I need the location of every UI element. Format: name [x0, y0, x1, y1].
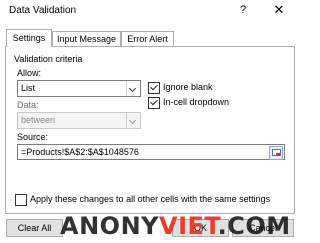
- tab-input-message[interactable]: Input Message: [52, 31, 121, 47]
- allow-select-value: List: [21, 83, 36, 93]
- clear-all-button[interactable]: Clear All: [6, 219, 63, 237]
- validation-criteria-heading: Validation criteria: [14, 54, 83, 64]
- tab-error-alert[interactable]: Error Alert: [121, 31, 174, 47]
- range-select-icon[interactable]: [269, 146, 283, 160]
- allow-label: Allow:: [17, 68, 42, 78]
- ignore-blank-checkbox[interactable]: [148, 82, 160, 94]
- apply-all-checkbox[interactable]: [15, 194, 27, 206]
- close-button[interactable]: ✕: [270, 2, 288, 18]
- data-label: Data:: [17, 100, 39, 110]
- settings-panel: Validation criteria Allow: List Ignore b…: [5, 46, 295, 214]
- window-title: Data Validation: [9, 5, 77, 16]
- source-input-value: =Products!$A$2:$A$1048576: [21, 147, 139, 157]
- data-select-value: between: [21, 115, 56, 125]
- help-button[interactable]: ?: [236, 2, 250, 18]
- ignore-blank-label: Ignore blank: [163, 82, 213, 92]
- allow-select[interactable]: List: [17, 80, 141, 97]
- data-select: between: [17, 112, 141, 129]
- chevron-down-icon: [126, 113, 140, 128]
- watermark-logo: ANONYVIET.COM: [60, 212, 291, 240]
- apply-all-label: Apply these changes to all other cells w…: [30, 194, 271, 204]
- source-input[interactable]: =Products!$A$2:$A$1048576: [17, 144, 285, 160]
- chevron-down-icon[interactable]: [126, 81, 140, 96]
- title-bar: Data Validation ? ✕: [0, 0, 300, 22]
- in-cell-dropdown-label: In-cell dropdown: [163, 97, 230, 107]
- source-label: Source:: [17, 132, 49, 142]
- in-cell-dropdown-checkbox[interactable]: [148, 97, 160, 109]
- tab-settings[interactable]: Settings: [6, 29, 52, 47]
